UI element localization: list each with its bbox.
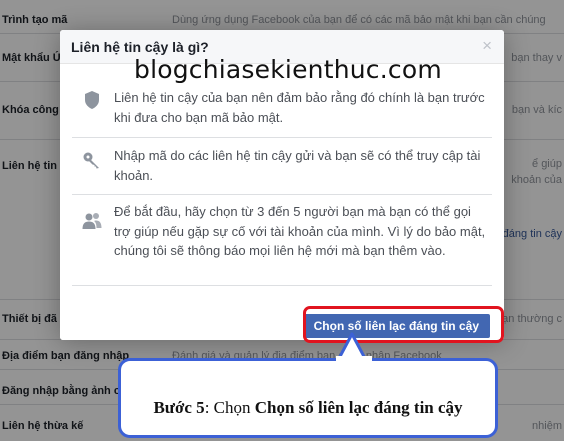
- info-item-text: Để bắt đầu, hãy chọn từ 3 đến 5 người bạ…: [114, 204, 486, 258]
- info-item-get-started: Để bắt đầu, hãy chọn từ 3 đến 5 người bạ…: [72, 195, 492, 286]
- friends-icon: [82, 211, 102, 231]
- callout-action: Chọn số liên lạc đáng tin cậy: [254, 398, 463, 417]
- callout-text: Bước 5: Chọn Chọn số liên lạc đáng tin c…: [121, 398, 495, 418]
- dialog-title: Liên hệ tin cậy là gì?: [71, 39, 209, 55]
- info-item-text: Liên hệ tin cậy của bạn nên đảm bảo rằng…: [114, 90, 485, 125]
- key-icon: [82, 150, 102, 170]
- info-item-access: Nhập mã do các liên hệ tin cậy gửi và bạ…: [72, 138, 492, 195]
- callout-pointer-cover: [336, 356, 372, 364]
- step-callout: Bước 5: Chọn Chọn số liên lạc đáng tin c…: [118, 358, 498, 438]
- trusted-contacts-dialog: Liên hệ tin cậy là gì? × blogchiasekient…: [60, 30, 504, 340]
- info-item-text: Nhập mã do các liên hệ tin cậy gửi và bạ…: [114, 148, 481, 183]
- info-item-verify: Liên hệ tin cậy của bạn nên đảm bảo rằng…: [72, 80, 492, 138]
- callout-middle: : Chọn: [204, 398, 255, 417]
- shield-icon: [82, 90, 102, 110]
- callout-step: Bước 5: [153, 398, 205, 417]
- close-icon[interactable]: ×: [482, 37, 492, 54]
